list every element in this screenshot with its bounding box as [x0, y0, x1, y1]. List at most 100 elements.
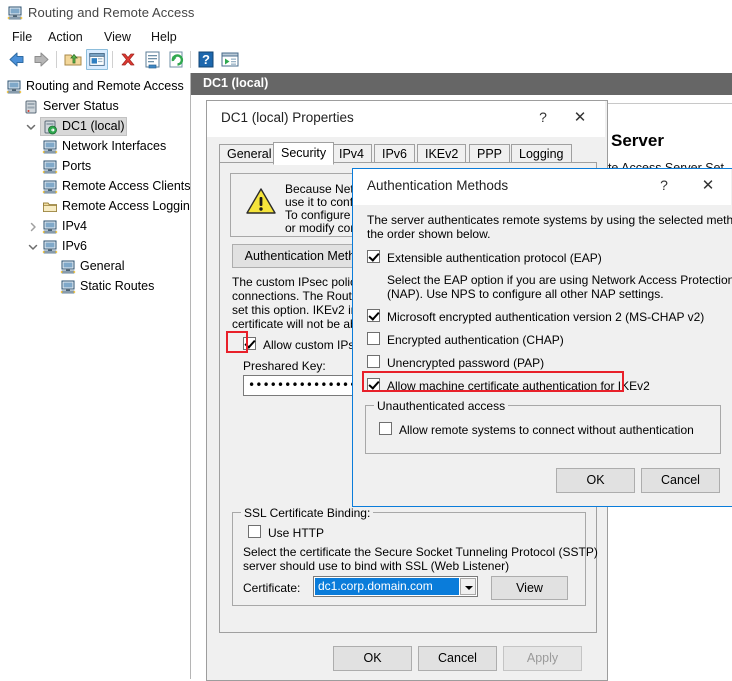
- properties-dialog-title: DC1 (local) Properties: [221, 110, 354, 125]
- ms-chap-v2-checkbox[interactable]: [367, 309, 380, 322]
- properties-dialog-titlebar: DC1 (local) Properties ? ✕: [207, 101, 605, 137]
- properties-cancel-button[interactable]: Cancel: [418, 646, 497, 671]
- tree-item-remote-access-clients[interactable]: Remote Access Clients (: [0, 177, 190, 197]
- tree-item-remote-access-logging[interactable]: Remote Access Logging: [0, 197, 190, 217]
- tree-item-general[interactable]: General: [0, 257, 190, 277]
- view-certificate-button[interactable]: View: [491, 576, 568, 600]
- chap-checkbox[interactable]: [367, 332, 380, 345]
- tree-item-label: IPv6: [62, 239, 88, 253]
- content-heading-fragment: Server: [611, 131, 664, 150]
- properties-icon[interactable]: [141, 49, 163, 70]
- content-header-title: DC1 (local): [203, 76, 269, 90]
- menu-help[interactable]: Help: [145, 29, 183, 45]
- ikev2-machine-certificate-checkbox[interactable]: [367, 378, 380, 391]
- tree-item-label: IPv4: [62, 219, 88, 233]
- window-titlebar: Routing and Remote Access: [0, 0, 732, 28]
- preshared-key-label: Preshared Key:: [243, 359, 326, 373]
- tree-item-label: Routing and Remote Access: [26, 79, 184, 93]
- auth-intro-line-1: The server authenticates remote systems …: [367, 213, 732, 227]
- menu-bar: File Action View Help: [0, 26, 732, 47]
- tree-item-ipv6[interactable]: IPv6: [0, 237, 190, 257]
- tree-item-label: Ports: [62, 159, 92, 173]
- tab-ipv4[interactable]: IPv4: [331, 144, 373, 164]
- chevron-down-icon[interactable]: [460, 578, 476, 595]
- server-console-icon: [6, 79, 22, 95]
- close-icon[interactable]: ✕: [565, 107, 595, 129]
- auth-intro-line-2: the order shown below.: [367, 227, 491, 241]
- tree-item-label: Static Routes: [80, 279, 155, 293]
- computer-icon: [42, 219, 58, 235]
- ikev2-machine-certificate-label: Allow machine certificate authentication…: [387, 379, 650, 393]
- help-question-icon[interactable]: ?: [532, 109, 554, 125]
- help-question-icon[interactable]: ?: [653, 177, 675, 193]
- tab-ikev2[interactable]: IKEv2: [417, 144, 467, 164]
- back-arrow-icon[interactable]: [6, 49, 28, 70]
- tab-ppp[interactable]: PPP: [469, 144, 511, 164]
- tab-logging[interactable]: Logging: [511, 144, 572, 164]
- pap-label: Unencrypted password (PAP): [387, 356, 545, 370]
- tab-security[interactable]: Security: [273, 142, 335, 165]
- pap-checkbox[interactable]: [367, 355, 380, 368]
- warning-line-2: use it to confi: [285, 195, 356, 209]
- toolbar-separator-3: [190, 51, 191, 68]
- close-icon[interactable]: ✕: [693, 175, 723, 197]
- eap-label: Extensible authentication protocol (EAP): [387, 251, 602, 265]
- refresh-icon[interactable]: [165, 49, 187, 70]
- content-header-bar: DC1 (local): [191, 73, 732, 95]
- chap-label: Encrypted authentication (CHAP): [387, 333, 564, 347]
- certificate-combobox[interactable]: dc1.corp.domain.com: [313, 576, 478, 597]
- chevron-down-icon[interactable]: [27, 241, 39, 253]
- tree-item-ipv4[interactable]: IPv4: [0, 217, 190, 237]
- ms-chap-v2-label: Microsoft encrypted authentication versi…: [387, 310, 705, 324]
- use-http-checkbox[interactable]: [248, 525, 261, 538]
- tree-item-static-routes[interactable]: Static Routes: [0, 277, 190, 297]
- tree-item-label: DC1 (local): [62, 119, 125, 133]
- tree-item-label: Network Interfaces: [62, 139, 167, 153]
- auth-cancel-button[interactable]: Cancel: [641, 468, 720, 493]
- svg-text:?: ?: [202, 52, 210, 67]
- folder-icon: [42, 199, 58, 215]
- properties-tabstrip: General Security IPv4 IPv6 IKEv2 PPP Log…: [219, 142, 595, 165]
- toolbar-separator-2: [112, 51, 113, 68]
- authentication-methods-dialog: Authentication Methods ? ✕ The server au…: [352, 168, 732, 507]
- unauthenticated-access-label: Unauthenticated access: [374, 399, 509, 413]
- tab-general[interactable]: General: [219, 144, 280, 164]
- eap-note-line-2: (NAP). Use NPS to configure all other NA…: [387, 287, 664, 301]
- menu-file[interactable]: File: [6, 29, 38, 45]
- tree-item-label: Server Status: [43, 99, 119, 113]
- warning-line-4: or modify con: [285, 221, 358, 235]
- delete-x-icon[interactable]: [117, 49, 139, 70]
- tree-item-server-status[interactable]: Server Status: [0, 97, 190, 117]
- computer-icon: [42, 159, 58, 175]
- tree-item-routing-and-remote-access[interactable]: Routing and Remote Access: [0, 77, 190, 97]
- show-hide-console-tree-icon[interactable]: [86, 49, 108, 70]
- properties-ok-button[interactable]: OK: [333, 646, 412, 671]
- allow-unauthenticated-checkbox[interactable]: [379, 422, 392, 435]
- tree-item-dc1-local[interactable]: DC1 (local): [0, 117, 190, 137]
- warning-line-1: Because Net: [285, 182, 354, 196]
- tree-item-ports[interactable]: Ports: [0, 157, 190, 177]
- tab-ipv6[interactable]: IPv6: [374, 144, 416, 164]
- eap-note-line-1: Select the EAP option if you are using N…: [387, 273, 732, 287]
- tree-item-label: Remote Access Logging: [62, 199, 191, 213]
- up-folder-icon[interactable]: [62, 49, 84, 70]
- computer-icon: [42, 239, 58, 255]
- menu-view[interactable]: View: [98, 29, 137, 45]
- certificate-label: Certificate:: [243, 581, 301, 595]
- chevron-down-icon[interactable]: [25, 121, 37, 133]
- console-tree-pane[interactable]: Routing and Remote Access Server Status: [0, 73, 191, 679]
- warning-triangle-icon: [245, 187, 277, 216]
- auth-ok-button[interactable]: OK: [556, 468, 635, 493]
- computer-icon: [60, 279, 76, 295]
- allow-custom-ipsec-checkbox[interactable]: [243, 337, 256, 350]
- forward-arrow-icon[interactable]: [30, 49, 52, 70]
- help-question-icon[interactable]: ?: [195, 49, 217, 70]
- properties-apply-button: Apply: [503, 646, 582, 671]
- export-list-icon[interactable]: [219, 49, 241, 70]
- tree-item-network-interfaces[interactable]: Network Interfaces: [0, 137, 190, 157]
- chevron-right-icon[interactable]: [27, 221, 39, 233]
- eap-checkbox[interactable]: [367, 250, 380, 263]
- computer-icon: [42, 139, 58, 155]
- ssl-group-label: SSL Certificate Binding:: [241, 506, 374, 520]
- menu-action[interactable]: Action: [42, 29, 89, 45]
